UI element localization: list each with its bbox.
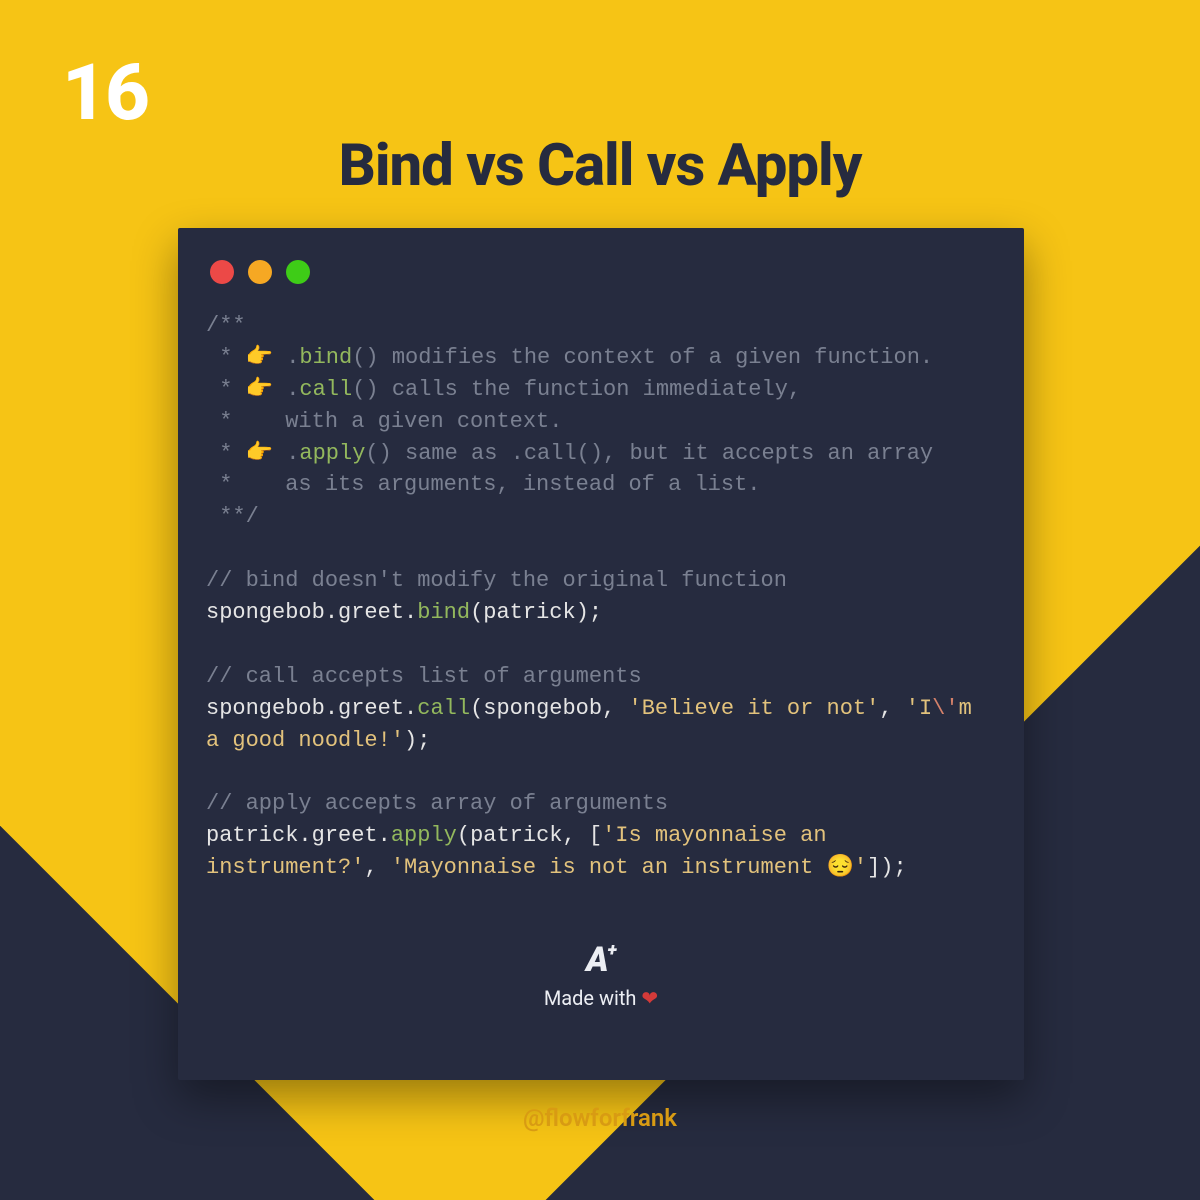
doc-line: * 👉 .bind() modifies the context of a gi… bbox=[206, 345, 933, 370]
author-handle: @flowforfrank bbox=[0, 1104, 1200, 1132]
made-with-text: Made with ❤ bbox=[178, 986, 1024, 1010]
doc-close: **/ bbox=[206, 504, 259, 529]
code-card: /** * 👉 .bind() modifies the context of … bbox=[178, 228, 1024, 1080]
doc-line: * with a given context. bbox=[206, 409, 562, 434]
maximize-icon bbox=[286, 260, 310, 284]
brand-logo: A+ bbox=[178, 940, 1024, 980]
doc-line: * as its arguments, instead of a list. bbox=[206, 472, 761, 497]
page-number: 16 bbox=[62, 48, 148, 139]
minimize-icon bbox=[248, 260, 272, 284]
comment: // bind doesn't modify the original func… bbox=[206, 568, 787, 593]
branding: A+ Made with ❤ bbox=[178, 940, 1024, 1010]
doc-line: * 👉 .apply() same as .call(), but it acc… bbox=[206, 441, 933, 466]
page-title: Bind vs Call vs Apply bbox=[0, 132, 1200, 200]
heart-icon: ❤ bbox=[641, 986, 658, 1010]
close-icon bbox=[210, 260, 234, 284]
doc-line: * 👉 .call() calls the function immediate… bbox=[206, 377, 801, 402]
comment: // call accepts list of arguments bbox=[206, 664, 642, 689]
code-block: /** * 👉 .bind() modifies the context of … bbox=[206, 310, 996, 884]
doc-open: /** bbox=[206, 313, 246, 338]
comment: // apply accepts array of arguments bbox=[206, 791, 668, 816]
window-controls bbox=[210, 260, 996, 284]
